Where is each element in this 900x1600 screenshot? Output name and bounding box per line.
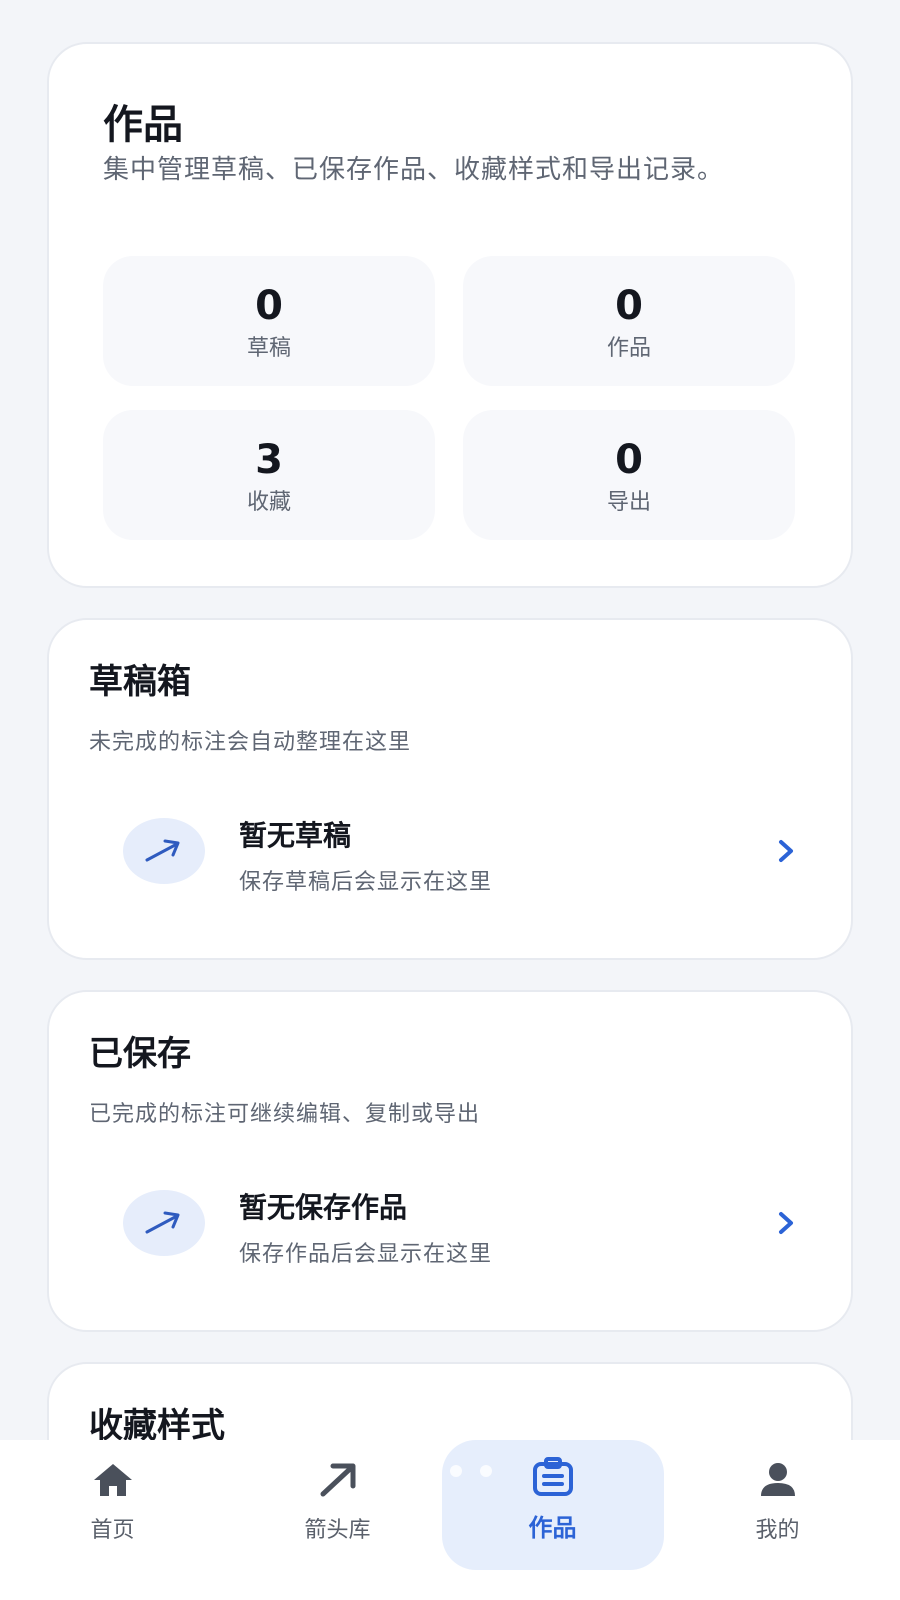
arrow-icon: [123, 1190, 205, 1256]
works-icon: [530, 1456, 576, 1502]
stat-drafts[interactable]: 0 草稿: [103, 256, 435, 386]
tab-profile[interactable]: 我的: [665, 1440, 890, 1600]
stat-drafts-label: 草稿: [246, 336, 291, 361]
tab-works-label: 作品: [528, 1514, 577, 1542]
stat-works-label: 作品: [606, 336, 651, 361]
chevron-right-icon[interactable]: [771, 836, 801, 866]
stat-works-value: 0: [615, 283, 643, 329]
home-icon: [90, 1460, 136, 1504]
stat-exports-value: 0: [615, 437, 643, 483]
tab-home-label: 首页: [90, 1518, 135, 1543]
arrow-icon: [123, 818, 205, 884]
saved-description: 已完成的标注可继续编辑、复制或导出: [89, 1102, 481, 1127]
page-subtitle: 集中管理草稿、已保存作品、收藏样式和导出记录。: [103, 155, 725, 185]
favorites-title: 收藏样式: [89, 1406, 225, 1440]
stat-favorites[interactable]: 3 收藏: [103, 410, 435, 540]
drafts-empty-row[interactable]: 暂无草稿 保存草稿后会显示在这里: [89, 800, 811, 910]
drafts-section: 草稿箱 未完成的标注会自动整理在这里 暂无草稿 保存草稿后会显示在这里: [47, 618, 853, 960]
drafts-title: 草稿箱: [89, 662, 191, 702]
arrow-library-icon: [315, 1460, 361, 1504]
saved-empty-subtitle: 保存作品后会显示在这里: [239, 1242, 493, 1267]
stat-drafts-value: 0: [255, 283, 283, 329]
saved-section: 已保存 已完成的标注可继续编辑、复制或导出 暂无保存作品 保存作品后会显示在这里: [47, 990, 853, 1332]
saved-empty-row[interactable]: 暂无保存作品 保存作品后会显示在这里: [89, 1172, 811, 1282]
chevron-right-icon[interactable]: [771, 1208, 801, 1238]
works-scroll-area[interactable]: 作品 集中管理草稿、已保存作品、收藏样式和导出记录。 0 草稿 0 作品 3 收…: [0, 0, 900, 1440]
drafts-description: 未完成的标注会自动整理在这里: [89, 730, 412, 755]
drafts-empty-subtitle: 保存草稿后会显示在这里: [239, 870, 493, 895]
tab-profile-label: 我的: [755, 1518, 800, 1543]
stat-favorites-label: 收藏: [246, 490, 291, 515]
favorites-section: 收藏样式: [47, 1362, 853, 1440]
tab-home[interactable]: 首页: [0, 1440, 225, 1600]
tab-arrow-library-label: 箭头库: [304, 1518, 371, 1543]
stat-favorites-value: 3: [255, 437, 283, 483]
stat-exports[interactable]: 0 导出: [463, 410, 795, 540]
saved-title: 已保存: [89, 1034, 191, 1074]
bottom-tab-bar: 首页 箭头库 作品 我的: [0, 1440, 900, 1600]
indicator-dots: [450, 1462, 510, 1481]
drafts-empty-title: 暂无草稿: [239, 819, 352, 852]
page-title: 作品: [103, 102, 183, 148]
tab-arrow-library[interactable]: 箭头库: [225, 1440, 450, 1600]
stat-works[interactable]: 0 作品: [463, 256, 795, 386]
saved-empty-title: 暂无保存作品: [239, 1191, 408, 1224]
tab-works[interactable]: 作品: [440, 1440, 665, 1600]
stat-exports-label: 导出: [606, 490, 651, 515]
works-overview-card: 作品 集中管理草稿、已保存作品、收藏样式和导出记录。 0 草稿 0 作品 3 收…: [47, 42, 853, 588]
profile-icon: [755, 1460, 801, 1504]
